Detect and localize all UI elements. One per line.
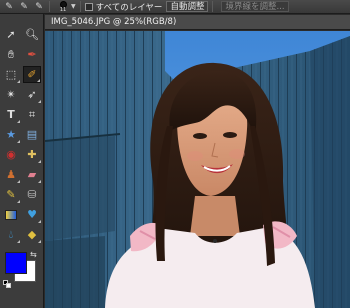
eraser-tool-icon[interactable]: ▰	[23, 166, 41, 183]
brush-tool-icon[interactable]: ✎	[2, 186, 20, 203]
text-tool-icon[interactable]: T	[2, 106, 20, 123]
document-tab[interactable]: IMG_5046.JPG @ 25%(RGB/8)	[45, 15, 350, 30]
shape-tool-icon[interactable]: ★	[2, 126, 20, 143]
crop-tool-icon[interactable]: ⌗	[23, 106, 41, 123]
toolbox: ➚ 🔍︎ ✋︎ ✒ ⬚ ✐ ✴ ➶ T ⌗ ★ ▤ ◉ ✚ ♟ ▰ ✎ ⛁ ♥ …	[0, 14, 44, 308]
photo-image	[45, 31, 350, 308]
red-eye-tool-icon[interactable]: ◉	[2, 146, 20, 163]
brush-dropdown-arrow-icon[interactable]: ▼	[71, 3, 76, 10]
new-selection-brush-icon[interactable]: ✎	[3, 1, 15, 12]
brush-size-picker[interactable]: 11	[56, 0, 70, 13]
all-layers-label: すべてのレイヤー	[95, 2, 163, 13]
default-colors-icon[interactable]	[3, 280, 11, 288]
hand-tool-icon[interactable]: ✋︎	[2, 46, 20, 63]
foreground-color-swatch[interactable]	[5, 252, 27, 274]
magic-wand-tool-icon[interactable]: ✴	[2, 86, 20, 103]
blur-tool-icon[interactable]: 💧︎	[2, 226, 20, 243]
add-selection-brush-icon[interactable]: ✎	[18, 1, 30, 12]
all-layers-checkbox[interactable]	[84, 2, 93, 11]
swap-colors-icon[interactable]: ⇆	[30, 250, 37, 259]
clone-stamp-tool-icon[interactable]: ♟	[2, 166, 20, 183]
sponge-tool-icon[interactable]: ◆	[23, 226, 41, 243]
lasso-tool-icon[interactable]: ➶	[23, 86, 41, 103]
quick-selection-tool-icon[interactable]: ✐	[23, 66, 41, 83]
cookie-cutter-tool-icon[interactable]: ▤	[23, 126, 41, 143]
options-divider	[212, 1, 214, 12]
gradient-tool-icon[interactable]	[2, 206, 20, 223]
paint-bucket-tool-icon[interactable]: ⛁	[23, 186, 41, 203]
options-divider	[79, 1, 81, 12]
refine-edge-button[interactable]: 境界線を調整...	[221, 1, 289, 12]
eyedropper-tool-icon[interactable]: ✒	[23, 46, 41, 63]
options-divider	[49, 1, 50, 12]
subtract-selection-brush-icon[interactable]: ✎	[33, 1, 45, 12]
smart-brush-tool-icon[interactable]: ♥	[23, 206, 41, 223]
document-canvas[interactable]	[45, 31, 350, 308]
move-tool-icon[interactable]: ➚	[2, 26, 20, 43]
options-bar: ✎ ✎ ✎ 11 ▼ すべてのレイヤー 自動調整 境界線を調整...	[0, 0, 350, 14]
brush-size-value: 11	[59, 6, 67, 13]
auto-adjust-button[interactable]: 自動調整	[166, 1, 209, 12]
zoom-tool-icon[interactable]: 🔍︎	[23, 26, 41, 43]
marquee-tool-icon[interactable]: ⬚	[2, 66, 20, 83]
healing-brush-tool-icon[interactable]: ✚	[23, 146, 41, 163]
document-title: IMG_5046.JPG @ 25%(RGB/8)	[51, 17, 177, 27]
